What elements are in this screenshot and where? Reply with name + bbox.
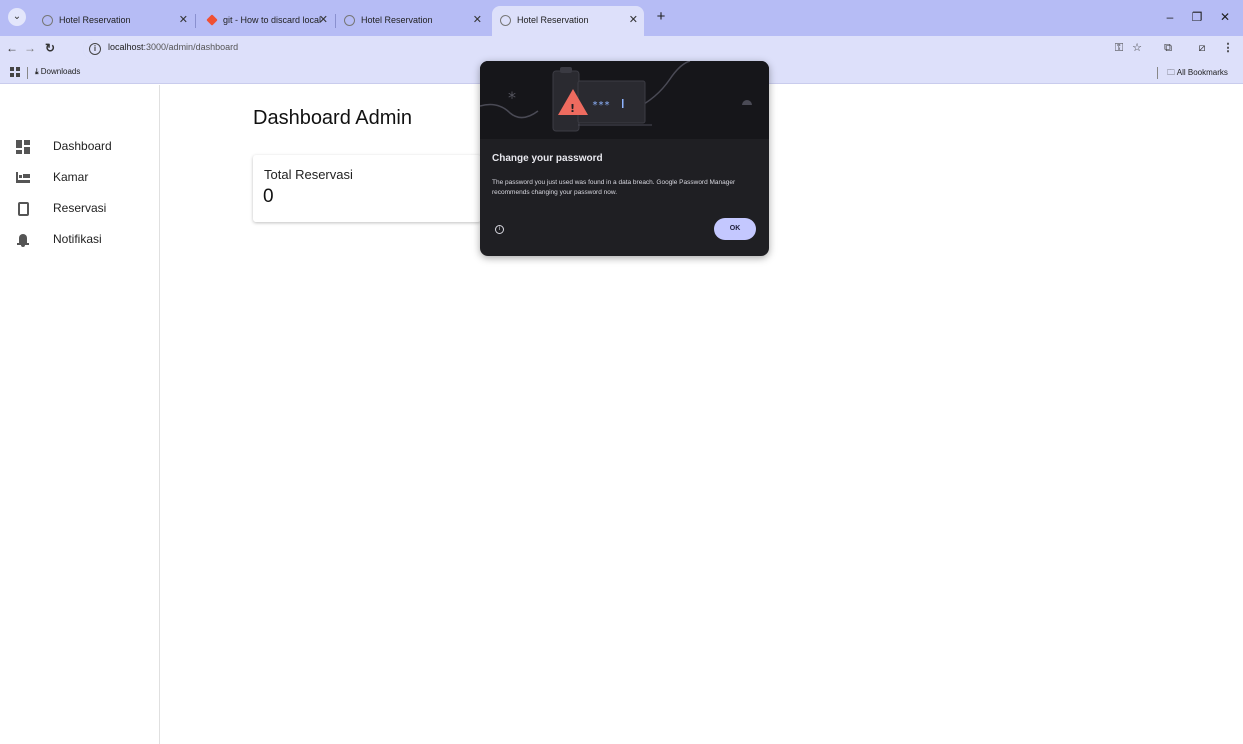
all-bookmarks-button[interactable]: 🗀 All Bookmarks [1167,67,1228,81]
card-value: 0 [263,186,274,207]
breach-illustration: * ! *** [480,61,769,139]
sidebar-item-label: Kamar [53,170,89,184]
sidebar-item-label: Dashboard [53,139,112,153]
minimize-button[interactable]: – [1160,8,1180,26]
password-breach-dialog: * ! *** Change your password The passwor… [480,61,769,256]
sidebar-item-label: Notifikasi [53,232,102,246]
new-tab-button[interactable]: + [651,8,671,26]
breach-illustration-svg: * ! *** [480,61,752,132]
bookmark-star-icon[interactable]: ☆ [1129,40,1145,56]
tab-strip: ⌄ Hotel Reservation ✕ git - How to disca… [0,0,1243,36]
downloads-bookmark[interactable]: ⤓ Downloads [35,67,80,77]
side-panel-icon[interactable]: ⧄ [1194,40,1210,56]
dashboard-icon [16,140,30,154]
url-text: localhost:3000/admin/dashboard [108,42,238,52]
close-icon[interactable]: ✕ [473,6,482,34]
card-label: Total Reservasi [264,167,353,182]
svg-text:*: * [508,88,516,107]
tab-title: Hotel Reservation [59,15,131,25]
bookmark-separator [27,67,28,79]
folder-icon: 🗀 [1167,68,1175,77]
tab-search-icon[interactable]: ⌄ [8,8,26,26]
url-path: :3000/admin/dashboard [143,42,239,52]
bell-icon [16,233,30,247]
tab-hotel-reservation-active[interactable]: Hotel Reservation ✕ [492,6,644,36]
tab-title: Hotel Reservation [361,15,433,25]
sidebar-item-dashboard[interactable]: Dashboard [0,132,160,163]
receipt-icon [18,202,29,216]
total-reservasi-card: Total Reservasi 0 [253,155,481,222]
back-button[interactable]: ← [4,40,20,56]
apps-icon[interactable] [10,67,21,78]
forward-button[interactable]: → [22,40,38,56]
dialog-title: Change your password [492,153,603,164]
tab-hotel-reservation-1[interactable]: Hotel Reservation ✕ [34,6,196,36]
tab-separator [195,14,196,28]
all-bookmarks-label: All Bookmarks [1176,68,1228,77]
globe-icon [42,15,53,26]
bookmark-separator [1157,67,1158,79]
close-window-button[interactable]: ✕ [1215,8,1235,26]
git-icon [206,14,218,26]
browser-window: ⌄ Hotel Reservation ✕ git - How to disca… [0,0,1243,744]
svg-text:!: ! [570,102,575,115]
close-icon[interactable]: ✕ [179,6,188,34]
sidebar-item-kamar[interactable]: Kamar [0,163,160,194]
menu-icon[interactable]: ⋮ [1220,40,1236,56]
download-icon: ⤓ [35,67,39,76]
globe-icon [344,15,355,26]
sidebar-item-notifikasi[interactable]: Notifikasi [0,225,160,256]
key-icon[interactable]: ⚿ [1111,40,1127,56]
tab-title: Hotel Reservation [517,15,589,25]
extensions-icon[interactable]: ⧉ [1160,40,1176,56]
sidebar-item-label: Reservasi [53,201,107,215]
site-info-icon[interactable]: i [89,43,101,55]
sidebar-item-reservasi[interactable]: Reservasi [0,194,160,225]
tab-title: git - How to discard local chang [223,15,323,25]
masked-password-text: *** [592,100,610,111]
globe-icon [500,15,511,26]
url-host: localhost [108,42,144,52]
toolbar: ← → ↻ i localhost:3000/admin/dashboard ⚿… [0,36,1243,62]
sidebar: Dashboard Kamar Reservasi Notifikasi [0,85,160,744]
close-icon[interactable]: ✕ [629,6,638,34]
tab-git-discard[interactable]: git - How to discard local chang ✕ [198,6,336,36]
page-title: Dashboard Admin [253,107,412,129]
close-icon[interactable]: ✕ [319,6,328,34]
address-bar[interactable]: i localhost:3000/admin/dashboard [83,39,1148,59]
bed-icon [16,172,30,183]
ok-button[interactable]: OK [714,218,756,240]
help-info-icon[interactable]: i [495,225,504,234]
reload-button[interactable]: ↻ [42,40,58,56]
tab-hotel-reservation-2[interactable]: Hotel Reservation ✕ [336,6,488,36]
dialog-body: The password you just used was found in … [492,179,736,196]
downloads-label: Downloads [40,67,81,76]
restore-button[interactable]: ❐ [1187,8,1207,26]
